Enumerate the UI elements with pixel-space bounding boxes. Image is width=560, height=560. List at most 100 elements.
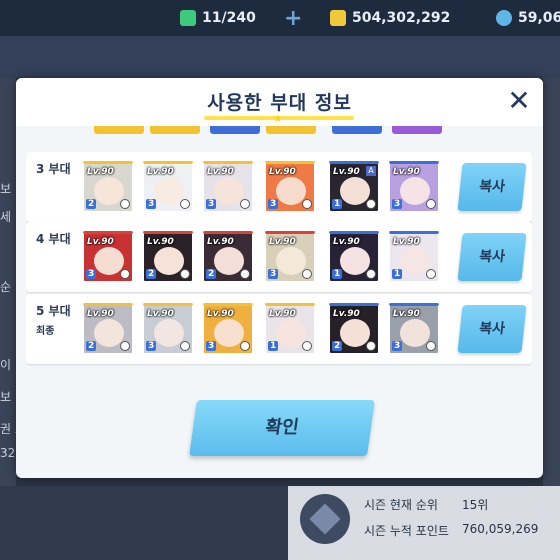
star-badge: 3 xyxy=(268,269,279,279)
student-portrait xyxy=(154,247,184,275)
role-icon xyxy=(426,341,436,351)
background-right xyxy=(543,78,560,486)
student-card[interactable]: Lv.90 3 xyxy=(82,231,134,283)
star-badge: 3 xyxy=(146,341,157,351)
student-card[interactable]: Lv.90 3 xyxy=(202,161,254,213)
student-portrait xyxy=(214,177,244,205)
student-portrait xyxy=(276,319,306,347)
role-icon xyxy=(120,341,130,351)
star-badge: 3 xyxy=(206,341,217,351)
student-portrait xyxy=(94,247,124,275)
confirm-button[interactable]: 확인 xyxy=(189,400,375,456)
credits-value: 504,302,292 xyxy=(352,10,451,26)
bg-fragment: 이 xyxy=(0,358,12,372)
close-button[interactable]: ✕ xyxy=(504,86,534,116)
ap-icon xyxy=(180,10,196,26)
role-icon xyxy=(240,341,250,351)
student-portrait xyxy=(340,319,370,347)
student-card[interactable]: Lv.90 1 xyxy=(328,231,380,283)
used-squad-info-dialog: 사용한 부대 정보 ★ ✕ 3 부대 Lv.90 2 Lv.90 3 Lv.90 3 Lv.9… xyxy=(16,78,543,478)
level-label: Lv.90 xyxy=(207,309,234,319)
level-label: Lv.90 xyxy=(87,237,114,247)
dialog-title: 사용한 부대 정보 xyxy=(207,92,352,114)
partial-card xyxy=(210,126,260,134)
level-label: Lv.90 xyxy=(207,167,234,177)
star-badge: 3 xyxy=(146,199,157,209)
squad-row: 5 부대 최종 Lv.90 2 Lv.90 3 Lv.90 3 Lv.90 1 Lv.90 2 Lv.9… xyxy=(26,294,532,364)
squad-row: 3 부대 Lv.90 2 Lv.90 3 Lv.90 3 Lv.90 3 Lv.90 1 A Lv.90… xyxy=(26,152,532,222)
role-icon xyxy=(302,269,312,279)
student-card[interactable]: Lv.90 1 xyxy=(264,303,316,355)
student-portrait xyxy=(276,177,306,205)
level-label: Lv.90 xyxy=(147,237,174,247)
season-emblem-icon xyxy=(300,494,350,544)
student-card[interactable]: Lv.90 3 xyxy=(202,303,254,355)
squad-list[interactable]: 3 부대 Lv.90 2 Lv.90 3 Lv.90 3 Lv.90 3 Lv.90 1 A Lv.90… xyxy=(26,126,532,376)
role-icon xyxy=(366,341,376,351)
student-portrait xyxy=(400,247,430,275)
student-card[interactable]: Lv.90 1 A xyxy=(328,161,380,213)
level-label: Lv.90 xyxy=(147,309,174,319)
background-bottom-left xyxy=(0,486,288,560)
student-portrait xyxy=(154,319,184,347)
star-badge: 3 xyxy=(206,199,217,209)
role-icon xyxy=(180,269,190,279)
role-icon xyxy=(302,341,312,351)
star-badge: 2 xyxy=(332,341,343,351)
star-badge: 1 xyxy=(392,269,403,279)
star-badge: 1 xyxy=(332,269,343,279)
student-card[interactable]: Lv.90 3 xyxy=(388,161,440,213)
student-portrait xyxy=(340,177,370,205)
dialog-header: 사용한 부대 정보 ★ ✕ xyxy=(16,78,543,126)
pyroxene-counter: 59,06 xyxy=(496,8,560,28)
student-card[interactable]: Lv.90 2 xyxy=(142,231,194,283)
add-ap-icon[interactable]: + xyxy=(284,6,302,31)
level-label: Lv.90 xyxy=(147,167,174,177)
student-card[interactable]: Lv.90 3 xyxy=(142,161,194,213)
student-portrait xyxy=(214,319,244,347)
student-portrait xyxy=(214,247,244,275)
student-card[interactable]: Lv.90 3 xyxy=(264,161,316,213)
partial-card xyxy=(266,126,316,134)
level-label: Lv.90 xyxy=(393,237,420,247)
season-rank-value: 15위 xyxy=(462,498,489,512)
student-portrait xyxy=(400,177,430,205)
role-icon xyxy=(426,199,436,209)
credits-icon xyxy=(330,10,346,26)
role-icon xyxy=(120,199,130,209)
student-card[interactable]: Lv.90 1 xyxy=(388,231,440,283)
role-icon xyxy=(302,199,312,209)
star-badge: 3 xyxy=(86,269,97,279)
student-portrait xyxy=(276,247,306,275)
level-label: Lv.90 xyxy=(207,237,234,247)
season-points-label: 시즌 누적 포인트 xyxy=(364,524,449,538)
student-card[interactable]: Lv.90 3 xyxy=(264,231,316,283)
star-badge: 2 xyxy=(86,341,97,351)
level-label: Lv.90 xyxy=(269,309,296,319)
level-label: Lv.90 xyxy=(269,237,296,247)
role-icon xyxy=(180,199,190,209)
student-portrait xyxy=(94,177,124,205)
copy-squad-button[interactable]: 복사 xyxy=(457,233,527,281)
student-card[interactable]: Lv.90 3 xyxy=(142,303,194,355)
partial-squad-row xyxy=(26,126,532,136)
student-card[interactable]: Lv.90 3 xyxy=(388,303,440,355)
star-badge: 2 xyxy=(146,269,157,279)
role-icon xyxy=(120,269,130,279)
student-card[interactable]: Lv.90 2 xyxy=(82,161,134,213)
bg-fragment: 보 xyxy=(0,182,12,196)
student-portrait xyxy=(94,319,124,347)
squad-label: 5 부대 xyxy=(36,304,71,318)
student-card[interactable]: Lv.90 2 xyxy=(202,231,254,283)
student-card[interactable]: Lv.90 2 xyxy=(328,303,380,355)
star-badge: 1 xyxy=(332,199,343,209)
close-icon: ✕ xyxy=(507,84,531,117)
level-label: Lv.90 xyxy=(333,309,360,319)
level-label: Lv.90 xyxy=(393,309,420,319)
copy-squad-button[interactable]: 복사 xyxy=(457,163,527,211)
level-label: Lv.90 xyxy=(333,167,360,177)
copy-squad-button[interactable]: 복사 xyxy=(457,305,527,353)
background-header xyxy=(0,36,560,78)
role-icon xyxy=(240,269,250,279)
student-card[interactable]: Lv.90 2 xyxy=(82,303,134,355)
